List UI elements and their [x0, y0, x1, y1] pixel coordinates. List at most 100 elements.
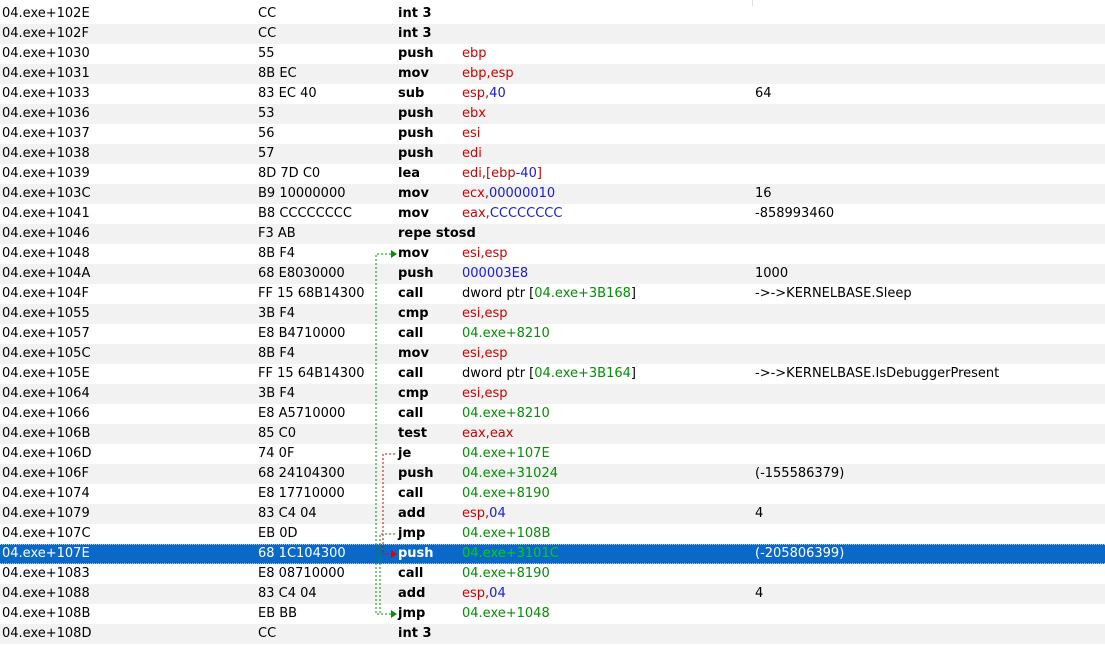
- operands-cell: 04.exe+8190: [462, 484, 550, 504]
- operand-token[interactable]: 04.exe+3B164: [534, 366, 631, 381]
- address-cell: 04.exe+108D: [2, 626, 92, 641]
- operand-token: 000003E8: [462, 266, 529, 281]
- address-cell: 04.exe+106F: [2, 466, 89, 481]
- instruction-row[interactable]: 04.exe+107C EB 0D jmp 04.exe+108B: [0, 524, 1105, 544]
- address-cell: 04.exe+1083: [2, 566, 90, 581]
- operands-cell: esp,40: [462, 84, 506, 104]
- operands-cell: ebp: [462, 44, 487, 64]
- instruction-row[interactable]: 04.exe+102F CC int 3: [0, 24, 1105, 44]
- instruction-row[interactable]: 04.exe+1055 3B F4 cmp esi,esp: [0, 304, 1105, 324]
- instruction-row[interactable]: 04.exe+103C B9 10000000 mov ecx,00000010 16: [0, 184, 1105, 204]
- instruction-row[interactable]: 04.exe+106B 85 C0 test eax,eax: [0, 424, 1105, 444]
- bytes-cell: 3B F4: [258, 306, 296, 321]
- instruction-row[interactable]: 04.exe+1074 E8 17710000 call 04.exe+8190: [0, 484, 1105, 504]
- mnemonic-cell: call: [398, 326, 424, 341]
- instruction-row[interactable]: 04.exe+1031 8B EC mov ebp,esp: [0, 64, 1105, 84]
- operands-cell: esp,04: [462, 504, 506, 524]
- instruction-row[interactable]: 04.exe+108B EB BB jmp 04.exe+1048: [0, 604, 1105, 624]
- address-cell: 04.exe+1064: [2, 386, 90, 401]
- mnemonic-cell: jmp: [398, 606, 426, 621]
- instruction-row[interactable]: 04.exe+1037 56 push esi: [0, 124, 1105, 144]
- comment-cell: (-205806399): [755, 546, 845, 561]
- comment-cell: 4: [755, 586, 764, 601]
- instruction-row[interactable]: 04.exe+1039 8D 7D C0 lea edi,[ebp-40]: [0, 164, 1105, 184]
- operand-token[interactable]: 04.exe+8190: [462, 566, 550, 581]
- instruction-row[interactable]: 04.exe+1038 57 push edi: [0, 144, 1105, 164]
- operand-token: edi: [462, 146, 482, 161]
- instruction-row[interactable]: 04.exe+1088 83 C4 04 add esp,04 4: [0, 584, 1105, 604]
- operand-token[interactable]: 04.exe+8210: [462, 326, 550, 341]
- instruction-row[interactable]: 04.exe+1036 53 push ebx: [0, 104, 1105, 124]
- mnemonic-cell: push: [398, 146, 434, 161]
- bytes-cell: CC: [258, 626, 277, 641]
- instruction-row[interactable]: 04.exe+1033 83 EC 40 sub esp,40 64: [0, 84, 1105, 104]
- bytes-cell: 83 EC 40: [258, 86, 317, 101]
- operands-cell: esi,esp: [462, 244, 508, 264]
- instruction-row[interactable]: 04.exe+1066 E8 A5710000 call 04.exe+8210: [0, 404, 1105, 424]
- operand-token[interactable]: 04.exe+8210: [462, 406, 550, 421]
- instruction-row[interactable]: 04.exe+1083 E8 08710000 call 04.exe+8190: [0, 564, 1105, 584]
- operand-token: ebp: [462, 66, 487, 81]
- operand-token: ebp: [462, 46, 487, 61]
- instruction-row[interactable]: 04.exe+1057 E8 B4710000 call 04.exe+8210: [0, 324, 1105, 344]
- mnemonic-cell: int 3: [398, 626, 432, 641]
- instruction-row[interactable]: 04.exe+105E FF 15 64B14300 call dword ptr […: [0, 364, 1105, 384]
- address-cell: 04.exe+1041: [2, 206, 90, 221]
- instruction-row[interactable]: 04.exe+1079 83 C4 04 add esp,04 4: [0, 504, 1105, 524]
- instruction-row[interactable]: 04.exe+104F FF 15 68B14300 call dword ptr […: [0, 284, 1105, 304]
- operand-token: 04: [489, 506, 506, 521]
- bytes-cell: 74 0F: [258, 446, 295, 461]
- instruction-row[interactable]: 04.exe+104A 68 E8030000 push 000003E8 1000: [0, 264, 1105, 284]
- operands-cell: ebp,esp: [462, 64, 514, 84]
- mnemonic-cell: mov: [398, 186, 429, 201]
- instruction-row[interactable]: 04.exe+105C 8B F4 mov esi,esp: [0, 344, 1105, 364]
- mnemonic-cell: add: [398, 506, 426, 521]
- operand-token: esi: [462, 386, 481, 401]
- bytes-cell: E8 17710000: [258, 486, 345, 501]
- instruction-row[interactable]: 04.exe+1041 B8 CCCCCCCC mov eax,CCCCCCCC -85…: [0, 204, 1105, 224]
- comment-cell: ->->KERNELBASE.IsDebuggerPresent: [755, 366, 1000, 381]
- operands-cell: esi,esp: [462, 304, 508, 324]
- instruction-row[interactable]: 04.exe+1046 F3 AB repe stosd: [0, 224, 1105, 244]
- operand-token[interactable]: 04.exe+3B168: [534, 286, 631, 301]
- comment-cell: 4: [755, 506, 764, 521]
- operands-cell: 04.exe+1048: [462, 604, 550, 624]
- address-cell: 04.exe+1046: [2, 226, 90, 241]
- operands-cell: dword ptr [04.exe+3B168]: [462, 284, 636, 304]
- bytes-cell: 8D 7D C0: [258, 166, 321, 181]
- operands-cell: 04.exe+31024: [462, 464, 558, 484]
- operand-token: 04: [489, 586, 506, 601]
- mnemonic-cell: int 3: [398, 26, 432, 41]
- operand-token[interactable]: 04.exe+107E: [462, 446, 550, 461]
- operands-cell: ecx,00000010: [462, 184, 555, 204]
- operand-token[interactable]: 04.exe+108B: [462, 526, 550, 541]
- instruction-row[interactable]: 04.exe+1030 55 push ebp: [0, 44, 1105, 64]
- instruction-row[interactable]: 04.exe+102E CC int 3: [0, 4, 1105, 24]
- instruction-row-selected[interactable]: 04.exe+107E 68 1C104300 push 04.exe+3101C (-…: [0, 544, 1105, 564]
- address-cell: 04.exe+102E: [2, 6, 90, 21]
- mnemonic-cell: int 3: [398, 6, 432, 21]
- operands-cell: edi,[ebp-40]: [462, 164, 542, 184]
- bytes-cell: B9 10000000: [258, 186, 346, 201]
- operand-token[interactable]: 04.exe+31024: [462, 466, 558, 481]
- disassembly-view[interactable]: 04.exe+102E CC int 3 04.exe+102F CC int 3 04.e…: [0, 0, 1105, 644]
- operand-token[interactable]: 04.exe+8190: [462, 486, 550, 501]
- instruction-row[interactable]: 04.exe+1048 8B F4 mov esi,esp: [0, 244, 1105, 264]
- operand-token: -40: [515, 166, 537, 181]
- mnemonic-cell: cmp: [398, 306, 429, 321]
- instruction-row[interactable]: 04.exe+106F 68 24104300 push 04.exe+31024 (-…: [0, 464, 1105, 484]
- mnemonic-cell: je: [398, 446, 412, 461]
- instruction-row[interactable]: 04.exe+1064 3B F4 cmp esi,esp: [0, 384, 1105, 404]
- bytes-cell: CC: [258, 26, 277, 41]
- operands-cell: eax,eax: [462, 424, 513, 444]
- instruction-row[interactable]: 04.exe+106D 74 0F je 04.exe+107E: [0, 444, 1105, 464]
- address-cell: 04.exe+1088: [2, 586, 90, 601]
- instruction-row[interactable]: 04.exe+108D CC int 3: [0, 624, 1105, 644]
- operands-cell: dword ptr [04.exe+3B164]: [462, 364, 636, 384]
- operand-token[interactable]: 04.exe+3101C: [462, 546, 559, 561]
- operand-token: esp: [484, 306, 508, 321]
- operands-cell: esi: [462, 124, 480, 144]
- operand-token[interactable]: 04.exe+1048: [462, 606, 550, 621]
- operand-token: 40: [489, 86, 506, 101]
- operand-token: esp: [484, 386, 508, 401]
